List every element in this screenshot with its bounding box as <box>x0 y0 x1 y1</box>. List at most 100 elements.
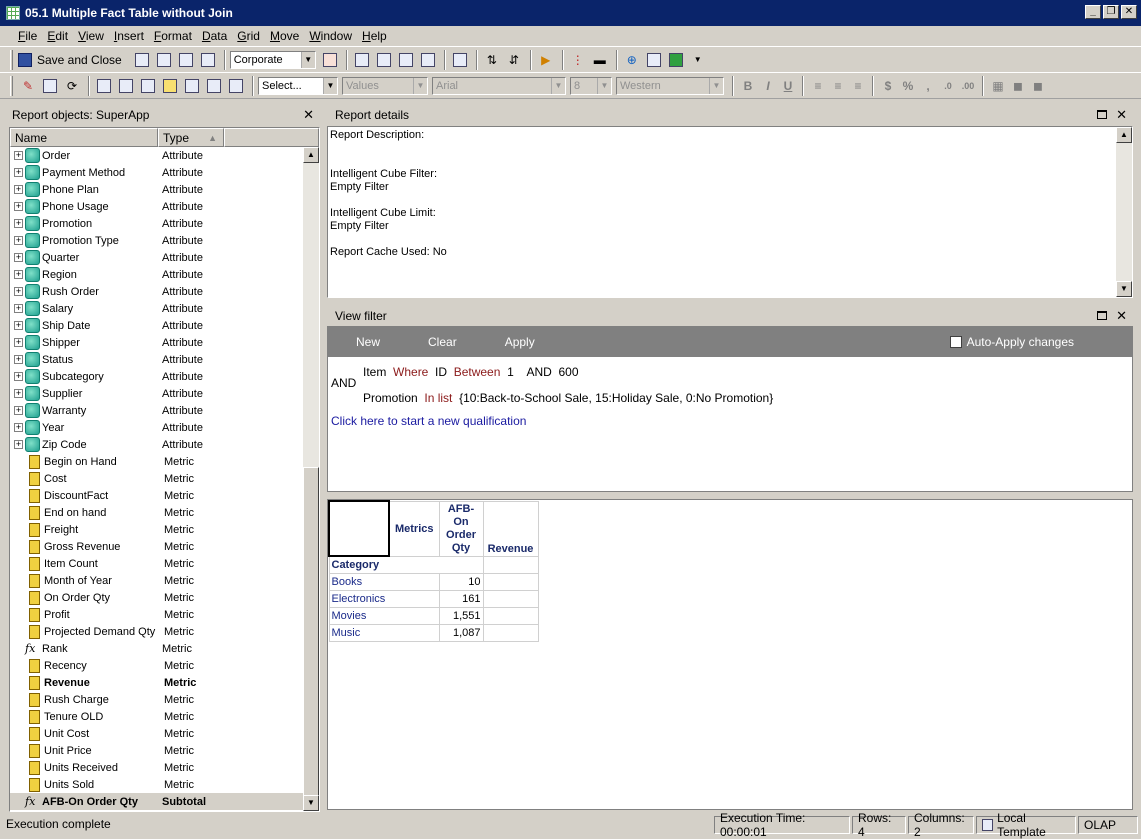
menu-move[interactable]: Move <box>270 29 299 43</box>
filter-and-operator[interactable]: AND <box>331 376 356 390</box>
expand-icon[interactable]: + <box>14 423 23 432</box>
expand-icon[interactable]: + <box>14 355 23 364</box>
decrease-decimal-icon[interactable]: .00 <box>958 76 978 96</box>
close-icon[interactable]: ✕ <box>1116 107 1127 123</box>
tree-item[interactable]: Units Sold Metric <box>10 776 319 793</box>
scroll-down-icon[interactable]: ▼ <box>1116 281 1132 297</box>
row-category[interactable]: Movies <box>328 606 440 625</box>
tree-item[interactable]: + Status Attribute <box>10 351 319 368</box>
refresh-icon[interactable]: ⟳ <box>62 76 82 96</box>
toolbar-grip[interactable] <box>10 49 13 70</box>
cell-qty[interactable]: 1,551 <box>438 606 484 625</box>
column-header-name[interactable]: Name <box>10 128 158 147</box>
subtotals-icon[interactable]: ▬ <box>590 50 610 70</box>
object-browser-icon[interactable] <box>94 76 114 96</box>
swap-icon[interactable] <box>374 50 394 70</box>
thresholds-icon[interactable]: ⋮ <box>568 50 588 70</box>
restore-button[interactable]: ❐ <box>1103 5 1119 19</box>
filter-condition-promotion[interactable]: Promotion In list {10:Back-to-School Sal… <box>363 391 773 405</box>
menu-edit[interactable]: Edit <box>47 29 68 43</box>
add-icon[interactable]: ⊕ <box>622 50 642 70</box>
row-category[interactable]: Music <box>328 623 440 642</box>
tree-item[interactable]: + Ship Date Attribute <box>10 317 319 334</box>
cell-qty[interactable]: 1,087 <box>438 623 484 642</box>
align-right-icon[interactable]: ≡ <box>848 76 868 96</box>
tree-item[interactable]: Gross Revenue Metric <box>10 538 319 555</box>
expand-icon[interactable]: + <box>14 168 23 177</box>
filter-new-button[interactable]: New <box>356 335 380 349</box>
tree-item[interactable]: + Rush Order Attribute <box>10 283 319 300</box>
tree-item[interactable]: + Quarter Attribute <box>10 249 319 266</box>
percent-button[interactable]: % <box>898 76 918 96</box>
expand-icon[interactable]: + <box>14 185 23 194</box>
row-header-category[interactable]: Category <box>328 555 440 574</box>
scroll-thumb[interactable] <box>303 467 319 797</box>
selection-combo[interactable]: Select... ▼ <box>258 76 338 95</box>
tree-scrollbar[interactable]: ▲ ▼ <box>303 147 319 811</box>
close-button[interactable]: ✕ <box>1121 5 1137 19</box>
tree-item[interactable]: + Supplier Attribute <box>10 385 319 402</box>
expand-icon[interactable]: + <box>14 321 23 330</box>
filter-clear-button[interactable]: Clear <box>428 335 457 349</box>
minimize-button[interactable]: _ <box>1085 5 1101 19</box>
menu-format[interactable]: Format <box>154 29 192 43</box>
menu-window[interactable]: Window <box>309 29 352 43</box>
filter-apply-button[interactable]: Apply <box>505 335 535 349</box>
object-window-icon[interactable] <box>204 76 224 96</box>
tree-item[interactable]: + Order Attribute <box>10 147 319 164</box>
bold-button[interactable]: B <box>738 76 758 96</box>
expand-icon[interactable]: + <box>14 202 23 211</box>
values-combo[interactable]: Values ▼ <box>342 76 428 95</box>
expand-icon[interactable]: + <box>14 338 23 347</box>
scroll-up-icon[interactable]: ▲ <box>1116 127 1132 143</box>
expand-icon[interactable]: + <box>14 440 23 449</box>
cell-revenue[interactable] <box>482 606 539 625</box>
report-properties-icon[interactable] <box>320 50 340 70</box>
row-category[interactable]: Books <box>328 572 440 591</box>
menu-data[interactable]: Data <box>202 29 227 43</box>
grid-view-icon[interactable] <box>396 50 416 70</box>
expand-icon[interactable]: + <box>14 253 23 262</box>
filter-condition-item[interactable]: Item Where ID Between 1 AND 600 <box>363 365 579 379</box>
cell-qty[interactable]: 10 <box>438 572 484 591</box>
tree-item[interactable]: + Phone Plan Attribute <box>10 181 319 198</box>
script-combo[interactable]: Western ▼ <box>616 76 724 95</box>
align-left-icon[interactable]: ≡ <box>808 76 828 96</box>
tree-item[interactable]: fx Rank Metric <box>10 640 319 657</box>
expand-icon[interactable]: + <box>14 406 23 415</box>
font-color-icon[interactable]: ◼ <box>1028 76 1048 96</box>
grid-graph-icon[interactable] <box>418 50 438 70</box>
underline-button[interactable]: U <box>778 76 798 96</box>
tree-item[interactable]: + Shipper Attribute <box>10 334 319 351</box>
sort-descending-icon[interactable]: ⇵ <box>504 50 524 70</box>
increase-decimal-icon[interactable]: .0 <box>938 76 958 96</box>
close-icon[interactable]: ✕ <box>1116 308 1127 324</box>
menu-insert[interactable]: Insert <box>114 29 144 43</box>
italic-button[interactable]: I <box>758 76 778 96</box>
font-family-combo[interactable]: Arial ▼ <box>432 76 566 95</box>
wand-icon[interactable]: ✎ <box>18 76 38 96</box>
scroll-down-icon[interactable]: ▼ <box>303 795 319 811</box>
tree-item[interactable]: + Payment Method Attribute <box>10 164 319 181</box>
page-by-icon[interactable] <box>182 76 202 96</box>
column-header-revenue[interactable]: Revenue <box>482 500 539 557</box>
column-header-type[interactable]: Type ▲ <box>158 128 224 147</box>
currency-button[interactable]: $ <box>878 76 898 96</box>
tree-item[interactable]: Revenue Metric <box>10 674 319 691</box>
tree-item[interactable]: Unit Cost Metric <box>10 725 319 742</box>
tree-item[interactable]: + Phone Usage Attribute <box>10 198 319 215</box>
tree-item[interactable]: + Salary Attribute <box>10 300 319 317</box>
tree-item[interactable]: End on hand Metric <box>10 504 319 521</box>
tree-item[interactable]: Item Count Metric <box>10 555 319 572</box>
tree-item[interactable]: Begin on Hand Metric <box>10 453 319 470</box>
drill-icon[interactable]: ▶ <box>536 50 556 70</box>
menu-grid[interactable]: Grid <box>237 29 260 43</box>
tree-item[interactable]: Profit Metric <box>10 606 319 623</box>
tree-item[interactable]: Tenure OLD Metric <box>10 708 319 725</box>
new-object-icon[interactable] <box>40 76 60 96</box>
print-icon[interactable] <box>176 50 196 70</box>
expand-icon[interactable]: + <box>14 151 23 160</box>
view-filter-icon[interactable] <box>138 76 158 96</box>
align-center-icon[interactable]: ≡ <box>828 76 848 96</box>
template-style-select[interactable]: Corporate ▼ <box>229 50 316 69</box>
